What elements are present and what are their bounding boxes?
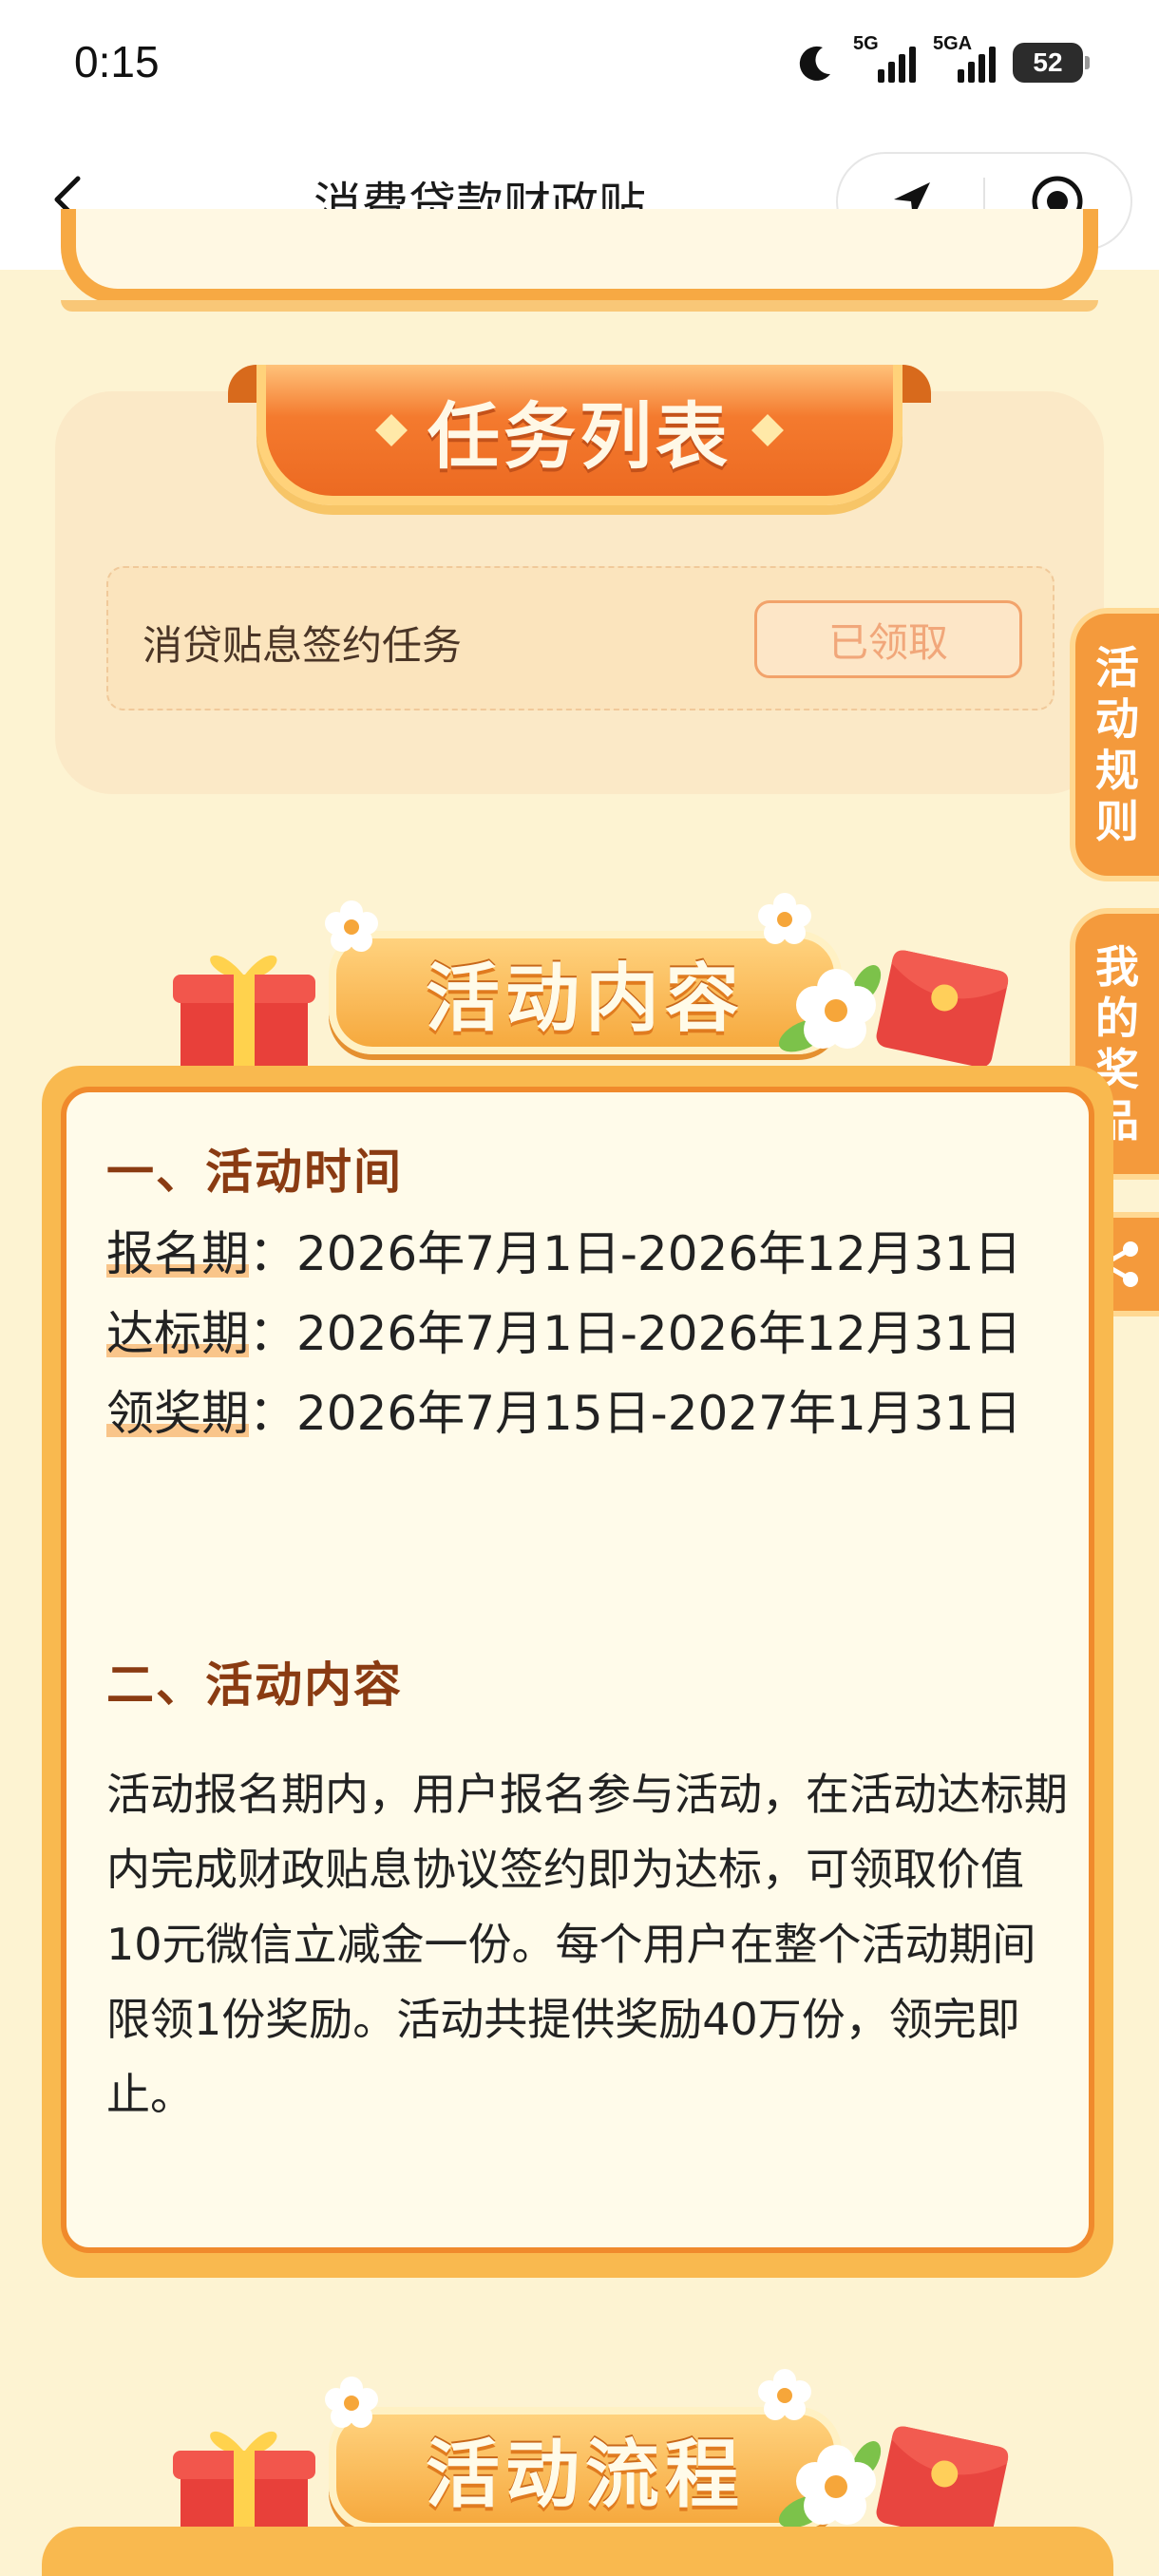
content-section-header: 活动内容 — [167, 893, 1022, 1079]
task-list-ribbon: 任务列表 — [228, 365, 931, 511]
period-value: ：2026年7月1日-2026年12月31日 — [249, 1226, 1022, 1281]
rules-char: 则 — [1095, 796, 1139, 847]
task-claimed-button[interactable]: 已领取 — [754, 600, 1022, 678]
content-section-title: 活动内容 — [425, 957, 745, 1042]
period-row: 领奖期：2026年7月15日-2027年1月31日 — [106, 1375, 1021, 1444]
status-bar: 0:15 5G 5GA 52 — [0, 0, 1159, 133]
gift-box-icon — [173, 955, 315, 1079]
process-section-title: 活动流程 — [425, 2433, 745, 2518]
do-not-disturb-moon-icon — [799, 46, 830, 81]
network-label-1: 5G — [853, 33, 879, 54]
activity-rules-tab[interactable]: 活 动 规 则 — [1070, 608, 1159, 881]
task-item: 消贷贴息签约任务 已领取 — [106, 566, 1054, 710]
activity-content-heading: 二、活动内容 — [106, 1657, 403, 1713]
flower-with-leaves-icon — [778, 2441, 882, 2529]
battery-icon: 52 — [1013, 43, 1090, 83]
diamond-icon — [751, 414, 784, 446]
signal-5g-icon: 5G — [853, 33, 916, 86]
previous-card-bottom — [61, 209, 1098, 312]
period-row: 达标期：2026年7月1日-2026年12月31日 — [106, 1296, 1021, 1364]
period-label: 领奖期 — [106, 1386, 249, 1441]
flower-icon — [325, 900, 378, 952]
diamond-icon — [375, 414, 408, 446]
prizes-char: 我 — [1095, 941, 1139, 993]
status-time: 0:15 — [74, 37, 160, 86]
period-value: ：2026年7月15日-2027年1月31日 — [249, 1386, 1022, 1441]
prizes-char: 的 — [1095, 993, 1139, 1044]
period-label: 报名期 — [106, 1226, 249, 1281]
rules-char: 活 — [1095, 642, 1139, 693]
flower-with-leaves-icon — [778, 965, 882, 1052]
signal-5ga-icon: 5GA — [933, 33, 996, 86]
process-card-top — [42, 2527, 1113, 2576]
rules-char: 规 — [1095, 745, 1139, 796]
content-section-banner: 活动内容 — [329, 931, 842, 1054]
task-list-title: 任务列表 — [428, 394, 732, 479]
activity-time-heading: 一、活动时间 — [106, 1145, 403, 1200]
process-section-banner: 活动流程 — [329, 2407, 842, 2530]
flower-icon — [758, 2369, 811, 2420]
red-envelope-icon — [876, 950, 1009, 1068]
task-name: 消贷贴息签约任务 — [142, 622, 463, 669]
process-section-header: 活动流程 — [167, 2369, 1022, 2555]
activity-content-card: 一、活动时间 报名期：2026年7月1日-2026年12月31日 达标期：202… — [42, 1066, 1113, 2278]
activity-description: 活动报名期内，用户报名参与活动，在活动达标期内完成财政贴息协议签约即为达标，可领… — [106, 1769, 1068, 2120]
period-value: ：2026年7月1日-2026年12月31日 — [249, 1306, 1022, 1361]
period-label: 达标期 — [106, 1306, 249, 1361]
flower-icon — [325, 2377, 378, 2428]
status-icons: 5G 5GA 52 — [794, 33, 1090, 91]
activity-content-inner: 一、活动时间 报名期：2026年7月1日-2026年12月31日 达标期：202… — [61, 1087, 1094, 2253]
flower-icon — [758, 893, 811, 944]
rules-char: 动 — [1095, 693, 1139, 745]
period-row: 报名期：2026年7月1日-2026年12月31日 — [106, 1216, 1021, 1284]
